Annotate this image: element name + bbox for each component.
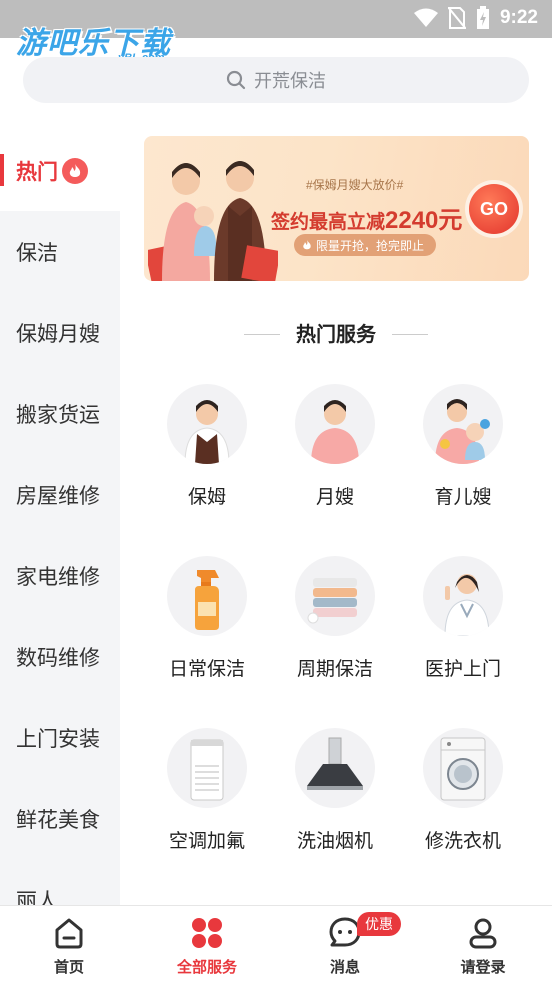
service-label: 洗油烟机 — [296, 831, 373, 852]
service-label: 医护上门 — [424, 659, 501, 680]
banner-amount: 2240元 — [385, 207, 463, 234]
range-hood-icon — [295, 728, 375, 808]
nav-label: 消息 — [329, 959, 360, 976]
sidebar-item-label: 鲜花美食 — [16, 808, 100, 832]
sidebar-item-label: 上门安装 — [16, 727, 100, 751]
service-label: 日常保洁 — [168, 659, 245, 680]
promo-banner[interactable]: #保姆月嫂大放价# 签约最高立减2240元 限量开抢，抢完即止 GO — [144, 136, 529, 281]
sidebar-item-label: 保洁 — [16, 241, 58, 265]
nav-label: 首页 — [53, 959, 84, 976]
nav-label: 全部服务 — [176, 959, 237, 976]
bottom-nav: 首页 全部服务 消息 请登录 优惠 — [0, 905, 552, 981]
service-item-maternity-nurse[interactable]: 月嫂 — [271, 380, 399, 552]
sidebar-item-label: 热门 — [16, 160, 58, 184]
go-button[interactable]: GO — [469, 184, 519, 234]
banner-headline-prefix: 签约最高立减 — [271, 212, 386, 233]
sidebar-item-label: 丽人 — [16, 889, 58, 906]
service-item-childcare[interactable]: 育儿嫂 — [399, 380, 527, 552]
all-services-icon — [192, 918, 222, 948]
sidebar-item-digital-repair[interactable]: 数码维修 — [0, 616, 120, 697]
search-input[interactable]: 开荒保洁 — [23, 57, 529, 103]
service-label: 周期保洁 — [296, 659, 373, 680]
childcare-icon — [423, 384, 503, 464]
service-grid: 保姆 月嫂 育儿嫂 日常保洁 周期保洁 医护上门 空调加氟 洗油烟机 修洗衣机 — [143, 380, 529, 896]
towels-icon — [295, 556, 375, 636]
nav-login[interactable]: 请登录 — [414, 906, 552, 981]
no-sim-icon — [447, 7, 466, 29]
sidebar-item-flowers-food[interactable]: 鲜花美食 — [0, 778, 120, 859]
service-item-ac-refrigerant[interactable]: 空调加氟 — [143, 724, 271, 896]
air-conditioner-icon — [167, 728, 247, 808]
sidebar-item-nanny[interactable]: 保姆月嫂 — [0, 292, 120, 373]
fire-icon — [303, 240, 311, 250]
sidebar-item-label: 房屋维修 — [16, 484, 100, 508]
section-title: 热门服务 — [296, 324, 376, 346]
fire-icon — [62, 157, 88, 184]
sidebar-item-house-repair[interactable]: 房屋维修 — [0, 454, 120, 535]
sidebar-item-label: 家电维修 — [16, 565, 100, 589]
service-label: 修洗衣机 — [424, 831, 501, 852]
nanny-icon — [167, 384, 247, 464]
search-placeholder: 开荒保洁 — [254, 71, 326, 91]
banner-pill-text: 限量开抢，抢完即止 — [316, 238, 425, 253]
nav-home[interactable]: 首页 — [0, 906, 138, 981]
maternity-nurse-icon — [295, 384, 375, 464]
sidebar-item-label: 搬家货运 — [16, 403, 100, 427]
banner-people-illustration — [148, 161, 278, 281]
sidebar-item-hot[interactable]: 热门 — [0, 130, 120, 211]
user-icon — [469, 918, 497, 949]
sidebar-item-installation[interactable]: 上门安装 — [0, 697, 120, 778]
service-item-periodic-cleaning[interactable]: 周期保洁 — [271, 552, 399, 724]
battery-charging-icon — [476, 6, 489, 29]
service-item-nanny[interactable]: 保姆 — [143, 380, 271, 552]
service-label: 保姆 — [187, 487, 226, 508]
banner-title: #保姆月嫂大放价# — [306, 178, 404, 192]
category-sidebar: 热门 保洁 保姆月嫂 搬家货运 房屋维修 家电维修 数码维修 上门安装 鲜花美食… — [0, 130, 120, 905]
wifi-icon — [413, 8, 438, 27]
home-icon — [55, 918, 83, 949]
banner-headline: 签约最高立减2240元 — [271, 200, 462, 235]
sidebar-item-beauty[interactable]: 丽人 — [0, 859, 120, 906]
sidebar-item-appliance-repair[interactable]: 家电维修 — [0, 535, 120, 616]
cleaning-spray-icon — [167, 556, 247, 636]
service-item-daily-cleaning[interactable]: 日常保洁 — [143, 552, 271, 724]
sidebar-item-label: 保姆月嫂 — [16, 322, 100, 346]
sidebar-item-label: 数码维修 — [16, 646, 100, 670]
service-label: 育儿嫂 — [434, 487, 492, 508]
status-icons: 9:22 — [413, 6, 538, 30]
banner-pill: 限量开抢，抢完即止 — [294, 234, 437, 256]
washing-machine-icon — [423, 728, 503, 808]
promo-badge: 优惠 — [357, 912, 401, 936]
service-label: 空调加氟 — [168, 831, 245, 852]
service-item-range-hood-cleaning[interactable]: 洗油烟机 — [271, 724, 399, 896]
nav-all-services[interactable]: 全部服务 — [138, 906, 276, 981]
nav-label: 请登录 — [460, 959, 506, 976]
doctor-icon — [423, 556, 503, 636]
search-icon — [226, 70, 246, 90]
service-item-washing-machine-repair[interactable]: 修洗衣机 — [399, 724, 527, 896]
service-label: 月嫂 — [315, 487, 354, 508]
sidebar-item-moving[interactable]: 搬家货运 — [0, 373, 120, 454]
sidebar-item-cleaning[interactable]: 保洁 — [0, 211, 120, 292]
status-time: 9:22 — [499, 7, 538, 28]
service-item-medical-home-visit[interactable]: 医护上门 — [399, 552, 527, 724]
divider-right — [392, 334, 428, 335]
